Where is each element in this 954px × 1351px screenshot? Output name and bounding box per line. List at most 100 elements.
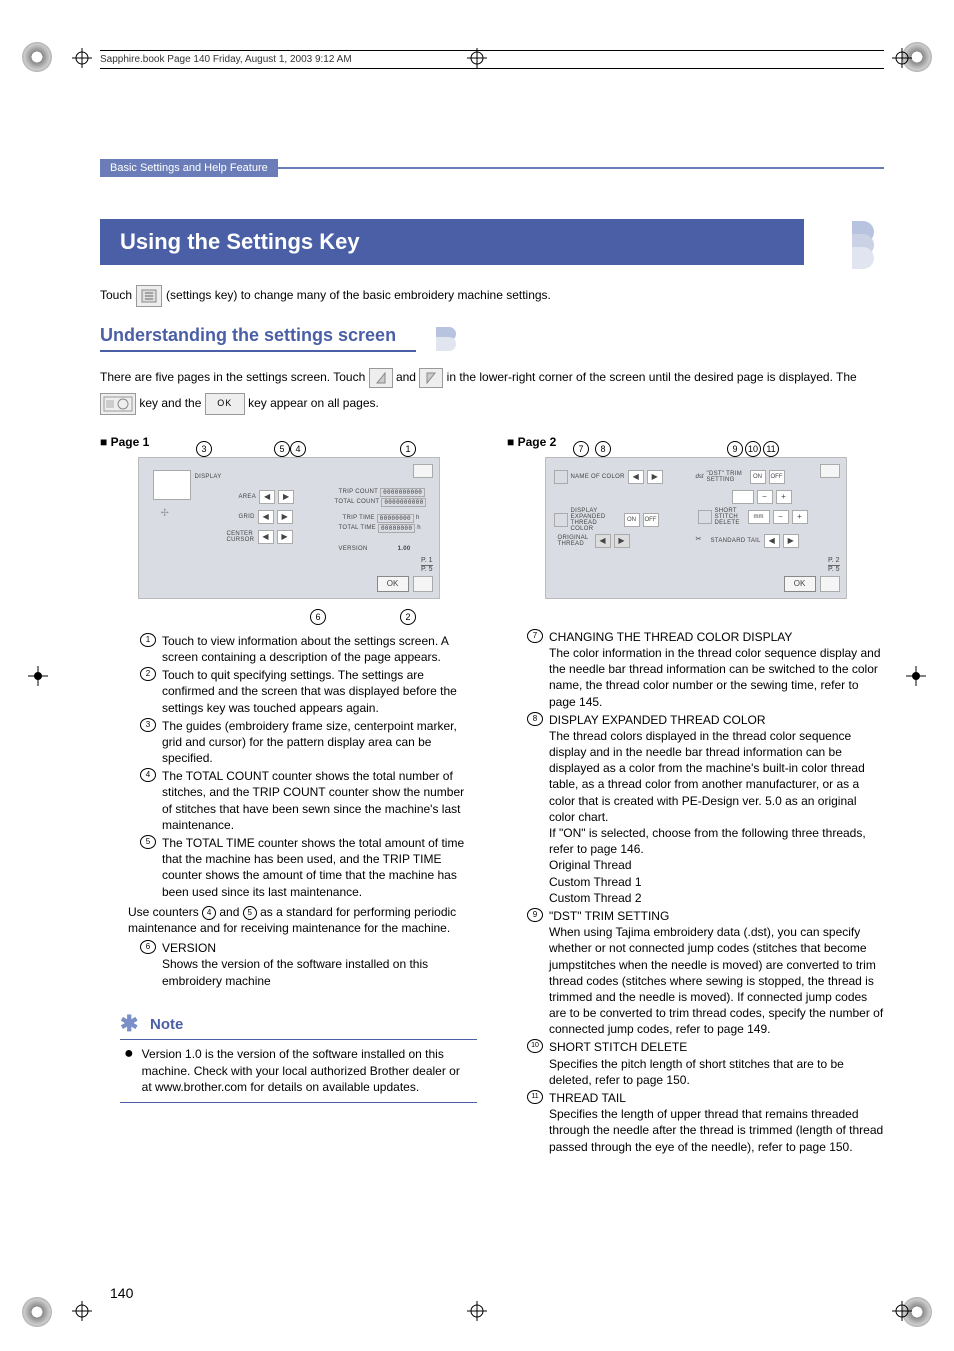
item-text2: If "ON" is selected, choose from the fol…	[549, 826, 866, 856]
callout-list: 7 CHANGING THE THREAD COLOR DISPLAYThe c…	[527, 629, 884, 1155]
prev-page-icon	[369, 368, 393, 388]
off-button[interactable]: OFF	[643, 513, 659, 527]
list-item: 7 CHANGING THE THREAD COLOR DISPLAYThe c…	[527, 629, 884, 710]
version-label: VERSION	[339, 546, 368, 552]
crosshair-icon: ✢	[161, 508, 169, 519]
item-text: Specifies the pitch length of short stit…	[549, 1057, 844, 1087]
info-icon[interactable]	[413, 464, 433, 478]
callout-9: 9	[727, 441, 743, 457]
divider	[278, 167, 884, 169]
note-box: Note ● Version 1.0 is the version of the…	[120, 1007, 477, 1103]
text: the desired page is displayed. The	[674, 370, 857, 384]
note-heading: Note	[120, 1013, 477, 1040]
next-page-icon	[419, 368, 443, 388]
thread-option: Original Thread	[549, 858, 632, 872]
list-item: 2Touch to quit specifying settings. The …	[140, 667, 477, 716]
total-count-value: 0000000000	[381, 498, 426, 507]
document-page: Sapphire.book Page 140 Friday, August 1,…	[0, 0, 954, 1351]
arrow-right-button[interactable]: ▶	[278, 490, 294, 504]
value-display: mm	[748, 510, 770, 524]
plus-button[interactable]: +	[776, 490, 792, 504]
grid-label: GRID	[239, 514, 255, 520]
on-button[interactable]: ON	[750, 470, 766, 484]
item-head: SHORT STITCH DELETE	[549, 1040, 687, 1054]
minus-button[interactable]: −	[757, 490, 773, 504]
display-expanded-label: DISPLAY EXPANDED THREAD COLOR	[571, 508, 621, 532]
arrow-left-button[interactable]: ◀	[628, 470, 644, 484]
off-button[interactable]: OFF	[769, 470, 785, 484]
next-page-button[interactable]	[413, 576, 433, 592]
two-column-layout: Page 1 3 5 4 1 DISPLAY ✢ AREA ◀ ▶ GRID	[100, 427, 884, 1159]
list-item: 5The TOTAL TIME counter shows the total …	[140, 835, 477, 900]
next-page-button[interactable]	[820, 576, 840, 592]
note-burst-icon	[120, 1013, 144, 1037]
list-item: 11 THREAD TAILSpecifies the length of up…	[527, 1090, 884, 1155]
page-title: Using the Settings Key	[100, 219, 804, 265]
arrow-right-button[interactable]: ▶	[277, 510, 293, 524]
thread-option: Custom Thread 2	[549, 891, 642, 905]
item-text: The guides (embroidery frame size, cente…	[162, 718, 477, 767]
callout-1: 1	[400, 441, 416, 457]
arrow-left-button[interactable]: ◀	[258, 530, 274, 544]
on-button[interactable]: ON	[624, 513, 640, 527]
stitch-icon	[698, 510, 712, 524]
ok-button[interactable]: OK	[377, 576, 409, 592]
decorative-arcs	[804, 219, 884, 265]
item-head: CHANGING THE THREAD COLOR DISPLAY	[549, 630, 792, 644]
section-heading: Understanding the settings screen	[100, 325, 416, 352]
trip-time-value: 00000000	[377, 514, 414, 523]
list-item: 4The TOTAL COUNT counter shows the total…	[140, 768, 477, 833]
item-text: Shows the version of the software instal…	[162, 957, 428, 987]
list-item: 10 SHORT STITCH DELETESpecifies the pitc…	[527, 1039, 884, 1088]
book-header: Sapphire.book Page 140 Friday, August 1,…	[100, 50, 884, 69]
page-indicator: P. 1 P. 5	[421, 557, 433, 573]
page2-label: Page 2	[507, 435, 884, 449]
callout-2: 2	[400, 609, 416, 625]
arrow-right-button[interactable]: ▶	[647, 470, 663, 484]
info-icon[interactable]	[820, 464, 840, 478]
callout-list: 1Touch to view information about the set…	[140, 633, 477, 900]
scissors-icon: ✂	[696, 535, 708, 547]
arrow-right-button[interactable]: ▶	[614, 534, 630, 548]
text: in the lower-right corner of the screen …	[447, 370, 671, 384]
plus-button[interactable]: +	[792, 510, 808, 524]
ok-key-icon: OK	[205, 393, 245, 415]
callout-8: 8	[595, 441, 611, 457]
total-count-label: TOTAL COUNT	[335, 499, 380, 505]
page-indicator: P. 2 P. 5	[828, 557, 840, 573]
arrow-left-button[interactable]: ◀	[259, 490, 275, 504]
item-text: Specifies the length of upper thread tha…	[549, 1107, 883, 1153]
arrow-right-button[interactable]: ▶	[783, 534, 799, 548]
callout-7: 7	[573, 441, 589, 457]
arrow-left-button[interactable]: ◀	[595, 534, 611, 548]
arrow-right-button[interactable]: ▶	[277, 530, 293, 544]
swatch-icon	[554, 513, 568, 527]
item-head: "DST" TRIM SETTING	[549, 909, 669, 923]
use-counters-para: Use counters 4 and 5 as a standard for p…	[128, 904, 477, 936]
ok-button[interactable]: OK	[784, 576, 816, 592]
dst-trim-label: "DST" TRIM SETTING	[707, 471, 747, 483]
item-head: THREAD TAIL	[549, 1091, 626, 1105]
note-label: Note	[150, 1016, 183, 1033]
display-label: DISPLAY	[195, 474, 222, 480]
binder-ring-icon	[22, 1297, 52, 1327]
callout-4: 4	[290, 441, 306, 457]
minus-button[interactable]: −	[773, 510, 789, 524]
info-key-icon	[100, 393, 136, 415]
standard-tail-label: STANDARD TAIL	[711, 538, 761, 544]
decorative-arcs	[416, 329, 456, 349]
arrow-left-button[interactable]: ◀	[258, 510, 274, 524]
value-display	[732, 490, 754, 504]
crop-mark-icon	[906, 666, 926, 686]
crop-mark-icon	[72, 1301, 92, 1321]
page-number: 140	[110, 1285, 133, 1301]
left-column: Page 1 3 5 4 1 DISPLAY ✢ AREA ◀ ▶ GRID	[100, 427, 477, 1159]
crop-mark-icon	[72, 48, 92, 68]
arrow-left-button[interactable]: ◀	[764, 534, 780, 548]
right-column: Page 2 7 8 9 10 11 NAME OF COLOR ◀ ▶ dst	[507, 427, 884, 1159]
trip-count-value: 0000000000	[380, 488, 425, 497]
item-text: The thread colors displayed in the threa…	[549, 729, 865, 824]
item-text: The color information in the thread colo…	[549, 646, 881, 709]
settings-screen-page2: NAME OF COLOR ◀ ▶ dst "DST" TRIM SETTING…	[545, 457, 847, 599]
text: key and the	[139, 396, 201, 410]
